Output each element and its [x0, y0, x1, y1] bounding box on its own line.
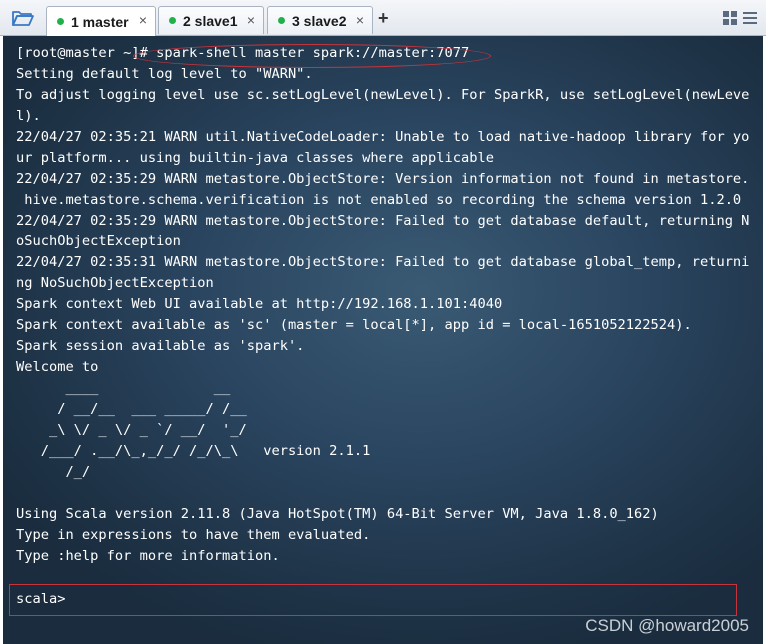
terminal-line: hive.metastore.schema.verification is no…	[16, 191, 742, 208]
terminal-line: l).	[16, 107, 41, 124]
terminal-line: Spark context Web UI available at http:/…	[16, 296, 503, 313]
terminal-line: ng NoSuchObjectException	[16, 275, 214, 292]
terminal-line: 22/04/27 02:35:29 WARN metastore.ObjectS…	[16, 170, 750, 187]
terminal-line: Welcome to	[16, 359, 99, 376]
terminal-line: Using Scala version 2.11.8 (Java HotSpot…	[16, 505, 659, 522]
list-menu-icon[interactable]	[742, 10, 758, 26]
status-dot-icon	[57, 18, 64, 25]
terminal-line: Setting default log level to "WARN".	[16, 65, 313, 82]
tab-slave2[interactable]: 3 slave2 ×	[267, 6, 373, 34]
terminal-line: /___/ .__/\_,_/_/ /_/\_\ version 2.1.1	[16, 442, 371, 459]
terminal-line: / __/__ ___ _____/ /__	[16, 400, 247, 417]
tab-master[interactable]: 1 master ×	[46, 6, 156, 36]
plus-icon[interactable]: +	[378, 8, 389, 29]
close-icon[interactable]: ×	[356, 12, 364, 28]
grid-layout-icon[interactable]	[722, 10, 738, 26]
terminal-line: ____ __	[16, 380, 231, 396]
terminal-line: To adjust logging level use sc.setLogLev…	[16, 86, 750, 103]
terminal-line: 22/04/27 02:35:31 WARN metastore.ObjectS…	[16, 254, 750, 271]
status-dot-icon	[169, 17, 176, 24]
folder-open-icon[interactable]	[8, 6, 38, 30]
tab-label: 3 slave2	[292, 12, 347, 29]
terminal-line: _\ \/ _ \/ _ `/ __/ '_/	[16, 421, 247, 438]
terminal-pane[interactable]: [root@master ~]# spark-shell master spar…	[3, 36, 763, 644]
layout-buttons	[722, 10, 758, 26]
terminal-line: Spark context available as 'sc' (master …	[16, 317, 692, 334]
terminal-line: ur platform... using builtin-java classe…	[16, 149, 494, 166]
tab-bar: 1 master × 2 slave1 × 3 slave2 × +	[0, 0, 766, 36]
terminal-line: 22/04/27 02:35:21 WARN util.NativeCodeLo…	[16, 128, 750, 145]
close-icon[interactable]: ×	[139, 12, 147, 28]
terminal-line: Type in expressions to have them evaluat…	[16, 526, 371, 543]
command-highlight-ellipse	[133, 44, 491, 68]
prompt-highlight-box	[9, 584, 737, 616]
terminal-line: /_/	[16, 463, 91, 480]
scala-prompt[interactable]: scala>	[16, 591, 65, 607]
watermark: CSDN @howard2005	[585, 616, 749, 635]
terminal-line: oSuchObjectException	[16, 233, 181, 250]
tab-label: 1 master	[71, 13, 129, 30]
terminal-line: Spark session available as 'spark'.	[16, 338, 305, 355]
terminal-output: [root@master ~]# spark-shell master spar…	[16, 43, 751, 566]
tab-label: 2 slave1	[183, 12, 238, 29]
tab-slave1[interactable]: 2 slave1 ×	[158, 6, 264, 34]
terminal-line: 22/04/27 02:35:29 WARN metastore.ObjectS…	[16, 212, 750, 229]
terminal-line: Type :help for more information.	[16, 547, 280, 564]
status-dot-icon	[278, 17, 285, 24]
close-icon[interactable]: ×	[247, 12, 255, 28]
